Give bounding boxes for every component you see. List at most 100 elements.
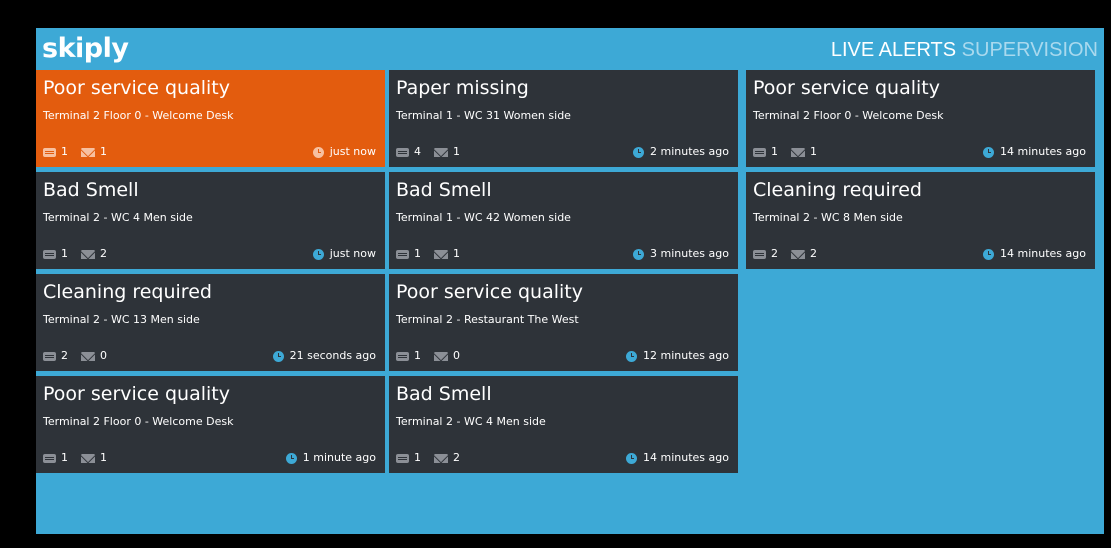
alert-card[interactable]: Bad Smell Terminal 2 - WC 4 Men side 1 2… — [36, 172, 385, 269]
alert-time: 14 minutes ago — [626, 451, 729, 465]
alert-counts: 1 1 — [396, 247, 460, 261]
comment-count: 4 — [414, 145, 421, 158]
alert-card[interactable]: Cleaning required Terminal 2 - WC 8 Men … — [746, 172, 1095, 269]
alert-counts: 2 2 — [753, 247, 817, 261]
alert-title: Bad Smell — [396, 179, 492, 201]
alert-time: just now — [312, 247, 376, 261]
alert-title: Poor service quality — [396, 281, 583, 303]
alert-time-text: just now — [329, 145, 376, 158]
clock-icon — [983, 146, 995, 158]
message-count: 1 — [453, 145, 460, 158]
alert-location: Terminal 2 - WC 8 Men side — [753, 211, 903, 224]
alert-card[interactable]: Bad Smell Terminal 2 - WC 4 Men side 1 2… — [389, 376, 738, 473]
alert-counts: 1 1 — [753, 145, 817, 159]
alert-card[interactable]: Cleaning required Terminal 2 - WC 13 Men… — [36, 274, 385, 371]
alert-title: Cleaning required — [753, 179, 922, 201]
clock-icon — [285, 452, 297, 464]
alert-card[interactable]: Paper missing Terminal 1 - WC 31 Women s… — [389, 70, 738, 167]
alert-footer: 2 2 14 minutes ago — [753, 247, 1086, 261]
mail-icon — [81, 351, 95, 361]
alert-time-text: just now — [329, 247, 376, 260]
comment-icon — [396, 249, 409, 259]
comment-count: 1 — [61, 451, 68, 464]
alert-time-text: 14 minutes ago — [1000, 145, 1086, 158]
clock-icon — [626, 452, 638, 464]
comment-icon — [396, 147, 409, 157]
alert-counts: 1 1 — [43, 145, 107, 159]
clock-icon — [312, 146, 324, 158]
alert-counts: 1 0 — [396, 349, 460, 363]
alert-card[interactable]: Poor service quality Terminal 2 Floor 0 … — [746, 70, 1095, 167]
alert-location: Terminal 1 - WC 31 Women side — [396, 109, 571, 122]
alert-title: Bad Smell — [396, 383, 492, 405]
message-count: 2 — [100, 247, 107, 260]
alert-location: Terminal 1 - WC 42 Women side — [396, 211, 571, 224]
alert-title: Cleaning required — [43, 281, 212, 303]
header-bar: skiply LIVE ALERTS SUPERVISION — [36, 28, 1104, 70]
alert-time: 14 minutes ago — [983, 145, 1086, 159]
alert-counts: 1 1 — [43, 451, 107, 465]
alert-footer: 4 1 2 minutes ago — [396, 145, 729, 159]
alert-time: 14 minutes ago — [983, 247, 1086, 261]
mail-icon — [434, 351, 448, 361]
alert-counts: 2 0 — [43, 349, 107, 363]
alert-time: 21 seconds ago — [272, 349, 376, 363]
comment-icon — [43, 351, 56, 361]
alert-location: Terminal 2 - Restaurant The West — [396, 313, 579, 326]
mail-icon — [791, 147, 805, 157]
alert-card[interactable]: Bad Smell Terminal 1 - WC 42 Women side … — [389, 172, 738, 269]
comment-count: 1 — [61, 145, 68, 158]
message-count: 2 — [810, 247, 817, 260]
comment-icon — [43, 249, 56, 259]
alert-title: Poor service quality — [43, 77, 230, 99]
alert-footer: 1 2 just now — [43, 247, 376, 261]
alert-time: 1 minute ago — [285, 451, 376, 465]
alert-time: 12 minutes ago — [626, 349, 729, 363]
alert-location: Terminal 2 Floor 0 - Welcome Desk — [43, 109, 234, 122]
message-count: 2 — [453, 451, 460, 464]
alert-location: Terminal 2 Floor 0 - Welcome Desk — [753, 109, 944, 122]
alert-location: Terminal 2 - WC 13 Men side — [43, 313, 200, 326]
alert-time-text: 2 minutes ago — [650, 145, 729, 158]
alert-counts: 4 1 — [396, 145, 460, 159]
comment-count: 2 — [771, 247, 778, 260]
comment-icon — [396, 351, 409, 361]
alert-card[interactable]: Poor service quality Terminal 2 Floor 0 … — [36, 70, 385, 167]
alert-title: Bad Smell — [43, 179, 139, 201]
alert-card[interactable]: Poor service quality Terminal 2 - Restau… — [389, 274, 738, 371]
alert-time-text: 14 minutes ago — [643, 451, 729, 464]
alert-footer: 1 1 14 minutes ago — [753, 145, 1086, 159]
mail-icon — [791, 249, 805, 259]
comment-icon — [43, 453, 56, 463]
alert-location: Terminal 2 Floor 0 - Welcome Desk — [43, 415, 234, 428]
mail-icon — [434, 147, 448, 157]
alert-time-text: 1 minute ago — [302, 451, 376, 464]
comment-icon — [753, 249, 766, 259]
clock-icon — [633, 248, 645, 260]
mail-icon — [434, 453, 448, 463]
alert-title: Poor service quality — [753, 77, 940, 99]
message-count: 1 — [100, 145, 107, 158]
alert-time: 2 minutes ago — [633, 145, 729, 159]
clock-icon — [633, 146, 645, 158]
alert-location: Terminal 2 - WC 4 Men side — [396, 415, 546, 428]
alert-footer: 1 2 14 minutes ago — [396, 451, 729, 465]
comment-count: 1 — [414, 349, 421, 362]
dashboard-screen: skiply LIVE ALERTS SUPERVISION Poor serv… — [36, 28, 1104, 534]
clock-icon — [983, 248, 995, 260]
comment-count: 1 — [414, 451, 421, 464]
alert-counts: 1 2 — [396, 451, 460, 465]
alert-card[interactable]: Poor service quality Terminal 2 Floor 0 … — [36, 376, 385, 473]
clock-icon — [626, 350, 638, 362]
alert-time-text: 14 minutes ago — [1000, 247, 1086, 260]
mail-icon — [434, 249, 448, 259]
alert-time: 3 minutes ago — [633, 247, 729, 261]
clock-icon — [312, 248, 324, 260]
message-count: 0 — [100, 349, 107, 362]
alert-time-text: 21 seconds ago — [289, 349, 376, 362]
alert-title: Poor service quality — [43, 383, 230, 405]
title-supervision: SUPERVISION — [961, 39, 1098, 61]
skiply-logo: skiply — [42, 33, 129, 64]
comment-count: 1 — [414, 247, 421, 260]
alert-time-text: 12 minutes ago — [643, 349, 729, 362]
